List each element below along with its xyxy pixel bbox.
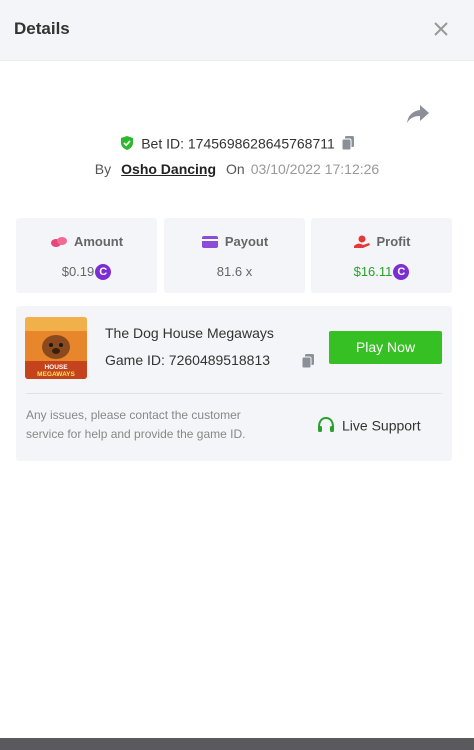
payout-value: 81.6 x [216,264,253,280]
bottom-bar [0,738,474,750]
by-label: By [94,161,112,177]
profit-label: Profit [376,234,411,250]
hand-coin-icon [353,235,370,248]
payout-label: Payout [224,234,269,250]
game-id: Game ID: 7260489518813 [105,352,270,368]
currency-coin-icon: C [393,263,410,280]
page-title: Details [14,19,70,38]
payout-stat-card: Payout 81.6 x [164,218,305,293]
wallet-icon [201,235,218,248]
close-icon[interactable] [430,18,452,40]
divider [26,393,442,394]
profit-stat-card: Profit $16.11 C [311,218,452,293]
play-now-button[interactable]: Play Now [329,331,442,364]
svg-text:MEGAWAYS: MEGAWAYS [37,371,75,378]
profit-value: $16.11 [353,264,393,280]
amount-stat-card: Amount $0.19 C [16,218,157,293]
username-link[interactable]: Osho Dancing [121,161,216,177]
share-arrow-icon[interactable] [406,103,430,125]
game-thumbnail-text: HOUSE [44,364,68,371]
bet-id-label: Bet ID: [141,135,184,152]
details-header: Details [0,0,474,61]
amount-value: $0.19 [61,264,95,280]
copy-icon[interactable] [341,135,355,151]
verified-shield-icon [121,136,134,151]
game-id-value: 7260489518813 [168,352,271,368]
bet-timestamp: 03/10/2022 17:12:26 [250,161,380,177]
headset-icon [318,417,334,433]
game-thumbnail[interactable]: HOUSE MEGAWAYS [25,317,87,379]
bet-id-line: Bet ID: 1745698628645768711 [0,134,474,154]
currency-coin-icon: C [95,263,112,280]
live-support-link[interactable]: Live Support [317,416,421,434]
bet-author-line: By Osho Dancing On 03/10/2022 17:12:26 [0,161,474,181]
game-name[interactable]: The Dog House Megaways [105,325,274,341]
on-label: On [226,161,245,177]
copy-icon[interactable] [301,353,315,369]
support-notice: Any issues, please contact the customer … [26,408,246,441]
game-card: HOUSE MEGAWAYS The Dog House Megaways Ga… [16,306,452,461]
live-support-label: Live Support [342,417,421,434]
amount-label: Amount [73,234,124,250]
game-id-label: Game ID: [105,352,165,368]
bet-id-value: 1745698628645768711 [187,135,335,152]
coins-icon [50,236,67,247]
